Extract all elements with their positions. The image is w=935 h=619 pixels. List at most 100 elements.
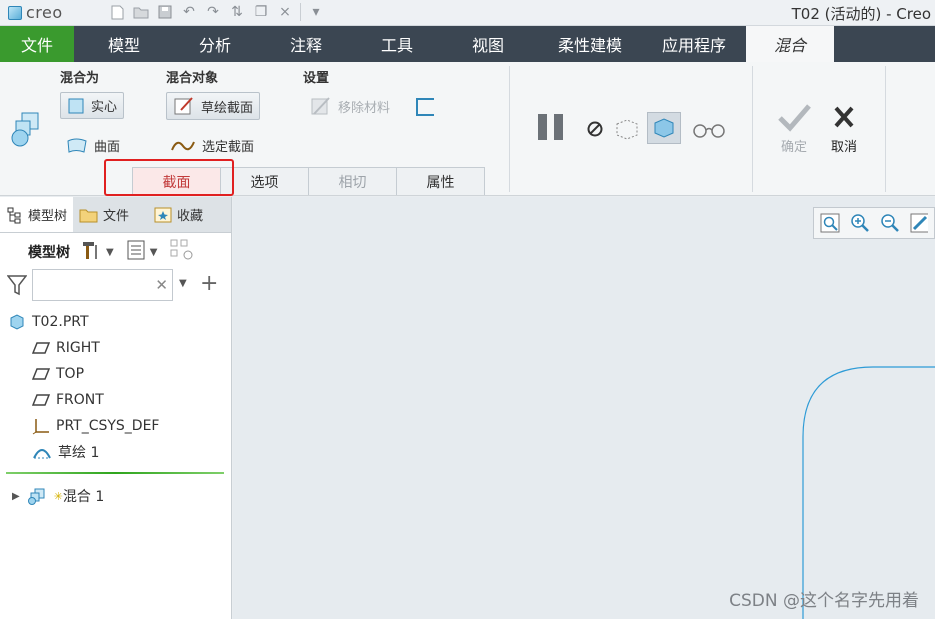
geometry-preview-icon[interactable]	[647, 112, 681, 144]
check-icon	[778, 104, 811, 132]
add-icon[interactable]: +	[200, 271, 218, 296]
creo-logo: creo	[8, 3, 63, 22]
solid-label: 实心	[91, 100, 118, 115]
part-cube-icon	[10, 314, 24, 330]
insert-here-indicator[interactable]	[6, 472, 224, 474]
datum-plane-icon	[32, 368, 50, 380]
tree-toolbar: 模型树 ▼ ▼	[0, 237, 232, 267]
favorites-icon	[154, 207, 172, 222]
tab-tools[interactable]: 工具	[356, 26, 438, 62]
show-list-icon[interactable]	[126, 239, 146, 265]
title-bar: creo ↶ ↷ ⇅ ❐ ⨯ ▾ T02 (活动的) - Creo	[0, 0, 935, 26]
toolbar-separator	[300, 3, 301, 21]
datum-plane-icon	[32, 394, 50, 406]
undo-icon[interactable]: ↶	[180, 3, 198, 21]
sketch-sections-button[interactable]: 草绘截面	[166, 92, 261, 120]
hidden-items-icon[interactable]	[169, 238, 195, 266]
blend-icon	[27, 488, 45, 505]
surface-button[interactable]: 曲面	[66, 136, 120, 155]
tree-item-blend[interactable]: ▶ ✳ 混合 1	[0, 483, 104, 509]
x-icon	[834, 106, 854, 128]
new-file-icon[interactable]	[108, 3, 126, 21]
surface-label: 曲面	[94, 140, 121, 155]
cancel-label: 取消	[830, 140, 857, 155]
glasses-icon[interactable]	[691, 120, 727, 142]
chevron-down-icon[interactable]: ▼	[179, 278, 187, 289]
ribbon-tab-bar: 文件 模型 分析 注释 工具 视图 柔性建模 应用程序 混合	[0, 26, 935, 62]
sketch-sections-label: 草绘截面	[201, 100, 254, 116]
tree-item-csys[interactable]: PRT_CSYS_DEF	[0, 413, 232, 439]
save-icon[interactable]	[156, 3, 174, 21]
sketch-pencil-icon	[174, 97, 193, 115]
ribbon-panel: 混合为 实心 曲面 混合对象 草绘截面 选定截面 设置 移除材料 确定 取消 截…	[0, 62, 935, 196]
selected-sections-button[interactable]: 选定截面	[170, 136, 254, 155]
chevron-down-icon[interactable]: ▼	[150, 247, 158, 258]
chevron-down-icon[interactable]: ▼	[106, 247, 114, 258]
tree-settings-icon[interactable]	[80, 239, 102, 265]
tab-files[interactable]: 文件	[73, 197, 147, 232]
remove-material-button[interactable]: 移除材料	[310, 96, 390, 116]
tab-model-tree[interactable]: 模型树	[0, 197, 74, 232]
expand-arrow-icon[interactable]: ▶	[12, 491, 20, 502]
cancel-button[interactable]: 取消	[824, 102, 864, 155]
separate-preview-icon[interactable]	[614, 118, 640, 144]
tree-item-label: 草绘 1	[58, 445, 100, 461]
filter-icon[interactable]	[6, 274, 28, 300]
blend-object-label: 混合对象	[166, 71, 219, 86]
tab-blend[interactable]: 混合	[746, 26, 834, 62]
navigator-tabs: 模型树 文件 收藏	[0, 197, 231, 233]
graphics-window[interactable]: CSDN @这个名字先用着	[233, 197, 935, 619]
tab-file[interactable]: 文件	[0, 26, 74, 62]
tree-item-label: TOP	[56, 366, 85, 382]
subtab-options[interactable]: 选项	[220, 167, 309, 195]
model-tree: T02.PRT RIGHT TOP FRONT PRT_CSYS_DEF 草绘 …	[0, 309, 232, 465]
customize-dropdown-icon[interactable]: ▾	[307, 3, 325, 21]
tab-applications[interactable]: 应用程序	[642, 26, 746, 62]
tree-item-label: 混合 1	[62, 489, 105, 505]
sketch-icon	[33, 449, 51, 459]
tree-item-part[interactable]: T02.PRT	[0, 309, 232, 335]
datum-plane-icon	[32, 342, 50, 354]
redo-icon[interactable]: ↷	[204, 3, 222, 21]
search-input[interactable]: ✕	[32, 269, 173, 301]
subtab-tangency[interactable]: 相切	[308, 167, 397, 195]
tree-item-top[interactable]: TOP	[0, 361, 232, 387]
cube-icon	[8, 5, 22, 20]
clear-search-icon[interactable]: ✕	[155, 276, 168, 294]
remove-material-label: 移除材料	[338, 100, 391, 116]
tree-item-label: PRT_CSYS_DEF	[56, 418, 160, 434]
solid-button[interactable]: 实心	[60, 92, 125, 119]
dashboard-subtabs: 截面 选项 相切 属性	[132, 167, 485, 195]
thicken-icon[interactable]	[416, 98, 434, 116]
tab-model[interactable]: 模型	[74, 26, 174, 62]
pause-icon[interactable]	[536, 112, 566, 146]
remove-material-icon	[311, 97, 330, 115]
open-folder-icon[interactable]	[132, 3, 150, 21]
confirm-button[interactable]: 确定	[774, 102, 814, 155]
navigator-panel: 模型树 文件 收藏 模型树 ▼ ▼ ✕ ▼ + T02.PRT RIGHT TO…	[0, 197, 232, 619]
solid-icon	[68, 98, 84, 113]
tree-item-sketch[interactable]: 草绘 1	[0, 439, 232, 465]
new-feature-star-icon: ✳	[53, 489, 63, 503]
subtab-properties[interactable]: 属性	[396, 167, 485, 195]
tab-model-tree-label: 模型树	[28, 209, 68, 224]
model-tree-icon	[7, 207, 21, 223]
tab-annotate[interactable]: 注释	[256, 26, 356, 62]
subtab-sections[interactable]: 截面	[132, 167, 221, 195]
ribbon-separator	[752, 66, 753, 192]
tab-view[interactable]: 视图	[438, 26, 538, 62]
tab-favorites[interactable]: 收藏	[147, 197, 211, 232]
tab-files-label: 文件	[103, 209, 130, 224]
tab-analysis[interactable]: 分析	[174, 26, 256, 62]
regenerate-icon[interactable]: ⇅	[228, 3, 246, 21]
tree-item-label: RIGHT	[56, 340, 100, 356]
close-window-icon[interactable]: ⨯	[276, 3, 294, 21]
tree-item-right[interactable]: RIGHT	[0, 335, 232, 361]
tab-flexible-modeling[interactable]: 柔性建模	[538, 26, 642, 62]
tree-item-front[interactable]: FRONT	[0, 387, 232, 413]
no-preview-icon[interactable]	[586, 120, 604, 142]
model-tree-label: 模型树	[28, 245, 70, 261]
watermark: CSDN @这个名字先用着	[729, 591, 919, 611]
confirm-label: 确定	[780, 140, 807, 155]
windows-icon[interactable]: ❐	[252, 3, 270, 21]
